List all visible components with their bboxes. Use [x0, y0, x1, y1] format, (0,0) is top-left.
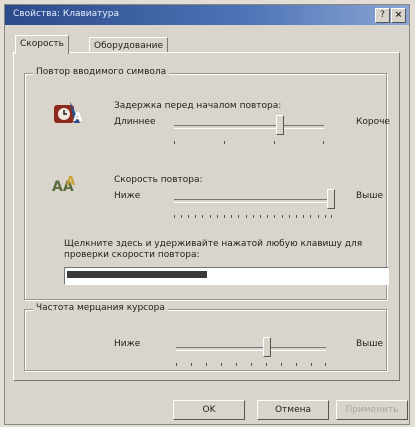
- cursor-blink-min-label: Ниже: [114, 339, 141, 349]
- char-repeat-group-title: Повтор вводимого символа: [33, 67, 170, 77]
- repeat-delay-track: [174, 125, 324, 129]
- cursor-blink-max-label: Выше: [356, 339, 384, 349]
- repeat-rate-track: [174, 199, 332, 203]
- cancel-button[interactable]: Отмена: [257, 400, 329, 420]
- window-title: Свойства: Клавиатура: [13, 9, 119, 19]
- repeat-rate-min-label: Ниже: [114, 191, 141, 201]
- title-bar: Свойства: Клавиатура ? ×: [5, 5, 409, 25]
- svg-text:A: A: [66, 174, 76, 188]
- help-button[interactable]: ?: [375, 8, 390, 23]
- keyboard-properties-dialog: Свойства: Клавиатура ? × Скорость Оборуд…: [4, 4, 410, 425]
- speed-tab-panel: Повтор вводимого символа A Задержка пере…: [13, 52, 400, 381]
- repeat-rate-icon: AA A: [52, 174, 76, 195]
- cursor-blink-ticks: [176, 363, 326, 366]
- repeat-rate-slider-thumb[interactable]: [327, 189, 335, 209]
- repeat-delay-ticks: [174, 141, 324, 144]
- tab-speed[interactable]: Скорость: [15, 35, 69, 54]
- close-button[interactable]: ×: [391, 8, 406, 23]
- repeat-delay-label: Задержка перед началом повтора:: [114, 101, 282, 111]
- test-input-selection: [67, 271, 207, 278]
- ok-button[interactable]: OK: [173, 400, 245, 420]
- repeat-rate-ticks: [174, 215, 332, 218]
- cursor-blink-track: [176, 347, 326, 351]
- repeat-rate-label: Скорость повтора:: [114, 175, 203, 185]
- repeat-delay-icon: A: [54, 101, 83, 124]
- apply-button[interactable]: Применить: [336, 400, 408, 420]
- cursor-blink-slider-thumb[interactable]: [263, 337, 271, 357]
- repeat-rate-max-label: Выше: [356, 191, 384, 201]
- cursor-blink-group: Частота мерцания курсора: [24, 303, 387, 371]
- repeat-test-input[interactable]: [64, 267, 389, 285]
- repeat-delay-min-label: Длиннее: [114, 117, 156, 127]
- repeat-delay-slider-thumb[interactable]: [276, 115, 284, 135]
- cursor-blink-group-title: Частота мерцания курсора: [33, 303, 168, 313]
- svg-text:A: A: [73, 110, 83, 124]
- repeat-test-hint: Щелкните здесь и удерживайте нажатой люб…: [64, 239, 363, 260]
- repeat-delay-max-label: Короче: [356, 117, 390, 127]
